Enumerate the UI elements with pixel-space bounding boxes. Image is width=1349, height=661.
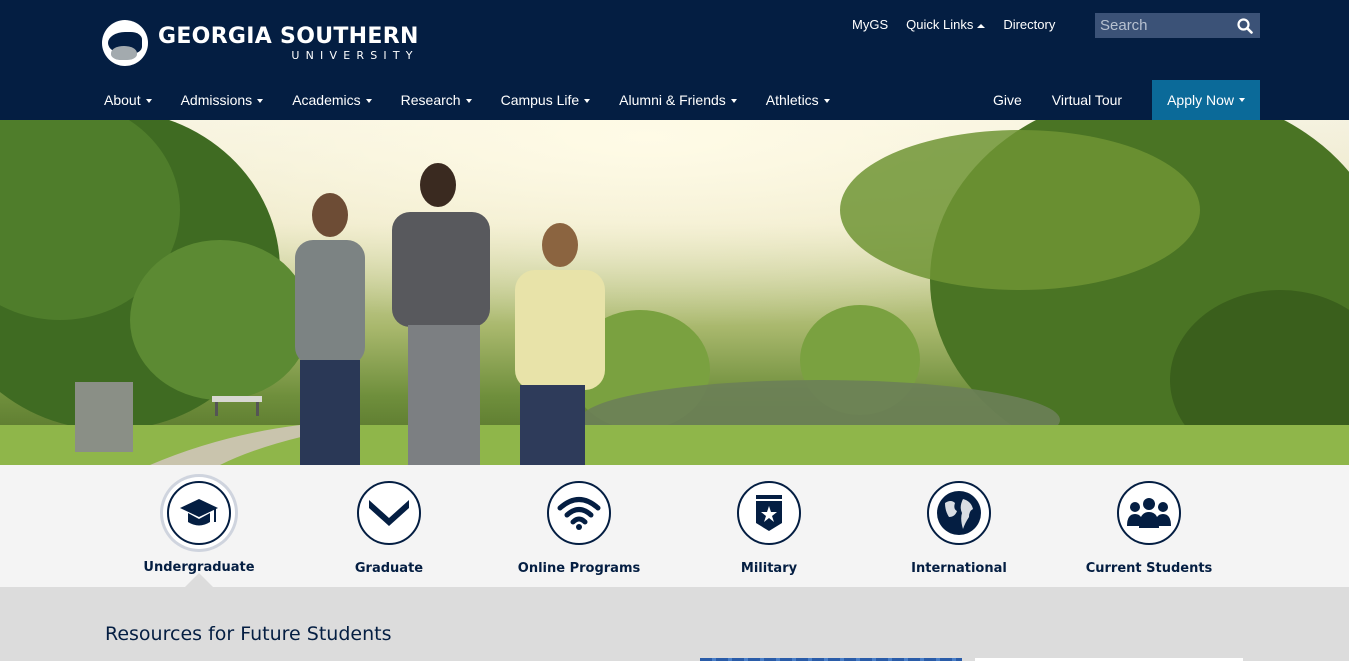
caret-down-icon bbox=[365, 99, 372, 104]
util-link-directory[interactable]: Directory bbox=[1003, 17, 1055, 32]
audience-online-programs[interactable]: Online Programs bbox=[499, 481, 659, 576]
audience-label: Current Students bbox=[1085, 561, 1213, 576]
apply-now-label: Apply Now bbox=[1167, 92, 1234, 108]
search-icon bbox=[1237, 17, 1253, 34]
logo-subtitle: UNIVERSITY bbox=[291, 48, 419, 62]
search-input[interactable] bbox=[1095, 17, 1230, 34]
nav-label: About bbox=[104, 92, 141, 108]
apply-now-button[interactable]: Apply Now bbox=[1152, 80, 1260, 120]
quick-links-label: Quick Links bbox=[906, 17, 974, 32]
site-header: GEORGIA SOUTHERN UNIVERSITY MyGS Quick L… bbox=[0, 0, 1349, 120]
audience-icon-circle bbox=[357, 481, 421, 545]
nav-label: Research bbox=[400, 92, 461, 108]
audience-icon-circle bbox=[1117, 481, 1181, 545]
audience-international[interactable]: International bbox=[879, 481, 1039, 576]
globe-icon bbox=[937, 491, 981, 535]
caret-down-icon bbox=[823, 99, 830, 104]
util-link-quick-links[interactable]: Quick Links bbox=[906, 17, 986, 32]
nav-campus-life[interactable]: Campus Life bbox=[501, 92, 591, 108]
audience-undergraduate[interactable]: Undergraduate bbox=[119, 481, 279, 575]
nav-label: Alumni & Friends bbox=[619, 92, 726, 108]
nav-give[interactable]: Give bbox=[993, 92, 1022, 108]
hero-image bbox=[0, 120, 1349, 465]
right-nav: Give Virtual Tour Apply Now bbox=[993, 80, 1260, 120]
audience-label: Online Programs bbox=[517, 561, 641, 576]
caret-down-icon bbox=[584, 99, 591, 104]
caret-down-icon bbox=[257, 99, 264, 104]
caret-down-icon bbox=[730, 99, 737, 104]
caret-down-icon bbox=[145, 99, 152, 104]
audience-graduate[interactable]: Graduate bbox=[309, 481, 469, 576]
nav-research[interactable]: Research bbox=[401, 92, 472, 108]
utility-nav: MyGS Quick Links Directory bbox=[852, 17, 1055, 32]
audience-label: Military bbox=[740, 561, 798, 576]
main-nav: About Admissions Academics Research Camp… bbox=[104, 80, 859, 120]
audience-current-students[interactable]: Current Students bbox=[1069, 481, 1229, 576]
wifi-icon bbox=[557, 497, 601, 530]
active-tab-pointer bbox=[185, 573, 213, 587]
graduation-cap-icon bbox=[180, 499, 218, 526]
university-logo[interactable]: GEORGIA SOUTHERN UNIVERSITY bbox=[102, 20, 419, 66]
star-shield-icon bbox=[756, 495, 782, 531]
nav-about[interactable]: About bbox=[104, 92, 152, 108]
audience-label: Graduate bbox=[354, 561, 424, 576]
search-box bbox=[1095, 13, 1260, 38]
audience-icon-circle bbox=[547, 481, 611, 545]
eagle-logo-icon bbox=[102, 20, 148, 66]
search-button[interactable] bbox=[1230, 13, 1260, 38]
util-link-mygs[interactable]: MyGS bbox=[852, 17, 888, 32]
nav-alumni-friends[interactable]: Alumni & Friends bbox=[619, 92, 737, 108]
caret-up-icon bbox=[977, 23, 986, 28]
resources-section: Resources for Future Students bbox=[0, 587, 1349, 661]
group-icon bbox=[1127, 498, 1171, 528]
nav-label: Campus Life bbox=[500, 92, 580, 108]
nav-label: Academics bbox=[292, 92, 361, 108]
nav-label: Admissions bbox=[180, 92, 253, 108]
audience-military[interactable]: Military bbox=[689, 481, 849, 576]
caret-down-icon bbox=[1239, 98, 1245, 102]
audience-icon-circle bbox=[167, 481, 231, 545]
nav-label: Athletics bbox=[765, 92, 819, 108]
chevron-badge-icon bbox=[369, 499, 409, 526]
audience-bar: Undergraduate Graduate Online Programs M… bbox=[0, 465, 1349, 587]
nav-admissions[interactable]: Admissions bbox=[181, 92, 264, 108]
audience-icon-circle bbox=[737, 481, 801, 545]
audience-icon-circle bbox=[927, 481, 991, 545]
resources-title: Resources for Future Students bbox=[105, 623, 392, 645]
hero-photo-illustration bbox=[0, 120, 1349, 465]
audience-label: International bbox=[911, 561, 1007, 576]
logo-title: GEORGIA SOUTHERN bbox=[158, 23, 419, 49]
nav-academics[interactable]: Academics bbox=[292, 92, 372, 108]
nav-virtual-tour[interactable]: Virtual Tour bbox=[1052, 92, 1122, 108]
nav-athletics[interactable]: Athletics bbox=[766, 92, 830, 108]
caret-down-icon bbox=[465, 99, 472, 104]
